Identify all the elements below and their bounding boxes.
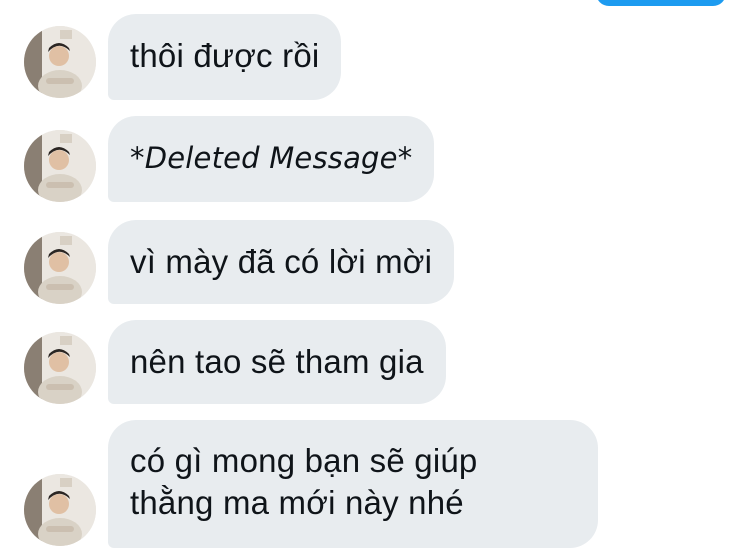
avatar-photo-icon: [24, 332, 96, 404]
message-bubble[interactable]: có gì mong bạn sẽ giúp thằng ma mới này …: [108, 420, 598, 548]
message-text: vì mày đã có lời mời: [130, 243, 433, 280]
message-text-line-1: có gì mong bạn sẽ giúp: [130, 442, 478, 479]
deleted-message-bubble[interactable]: *Deleted Message*: [108, 116, 435, 202]
message-bubble[interactable]: vì mày đã có lời mời: [108, 220, 455, 304]
sender-avatar[interactable]: [24, 474, 96, 546]
avatar-photo-icon: [24, 474, 96, 546]
sender-avatar[interactable]: [24, 130, 96, 202]
outgoing-message-bubble-edge[interactable]: [596, 0, 726, 6]
message-text: thôi được rồi: [130, 37, 320, 74]
message-text: nên tao sẽ tham gia: [130, 343, 424, 380]
avatar-photo-icon: [24, 232, 96, 304]
message-bubble[interactable]: nên tao sẽ tham gia: [108, 320, 446, 404]
message-text-line-2: thằng ma mới này nhé: [130, 484, 464, 521]
message-bubble[interactable]: thôi được rồi: [108, 14, 342, 100]
sender-avatar[interactable]: [24, 332, 96, 404]
deleted-message-text: *Deleted Message*: [130, 141, 413, 175]
avatar-photo-icon: [24, 26, 96, 98]
sender-avatar[interactable]: [24, 232, 96, 304]
avatar-photo-icon: [24, 130, 96, 202]
sender-avatar[interactable]: [24, 26, 96, 98]
